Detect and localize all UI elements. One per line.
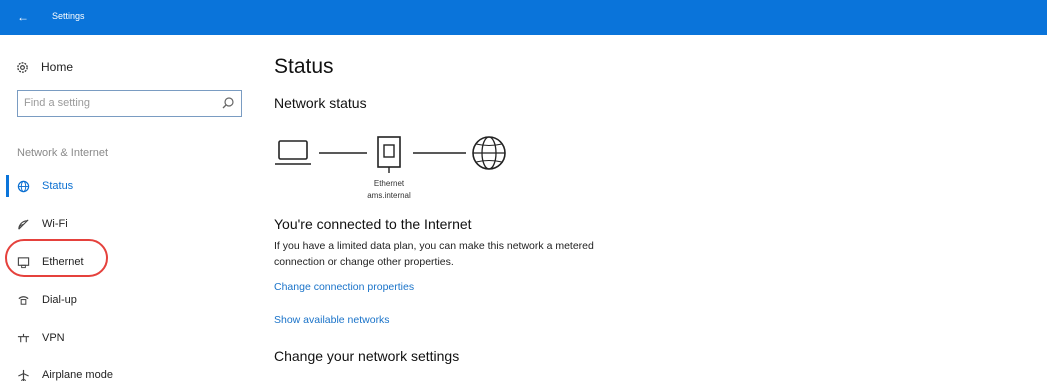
network-name: ams.internal	[367, 191, 411, 200]
section-heading: Network & Internet	[17, 147, 109, 159]
show-available-networks-link[interactable]: Show available networks	[274, 314, 390, 326]
airplane-icon	[17, 369, 30, 381]
wifi-icon	[17, 218, 30, 231]
ethernet-adapter-icon	[377, 136, 401, 173]
main-content: Status Network status Ethernet ams.inter…	[274, 35, 1047, 381]
sidebar-item-label: Dial-up	[42, 294, 77, 306]
title-bar: ← Settings	[0, 0, 1047, 35]
change-connection-properties-link[interactable]: Change connection properties	[274, 281, 414, 293]
sidebar-item-dialup[interactable]: Dial-up	[17, 289, 77, 311]
globe-icon	[472, 136, 506, 170]
sidebar-item-airplane[interactable]: Airplane mode	[17, 364, 113, 381]
sidebar-item-vpn[interactable]: VPN	[17, 327, 65, 349]
search-icon[interactable]	[221, 96, 235, 110]
change-settings-heading: Change your network settings	[274, 348, 460, 364]
ethernet-highlight-circle	[5, 239, 108, 277]
vpn-icon	[17, 332, 30, 345]
search-placeholder: Find a setting	[24, 97, 91, 109]
sidebar-item-label: Wi-Fi	[42, 218, 68, 230]
window-title: Settings	[52, 11, 85, 21]
gear-icon	[17, 61, 28, 73]
adapter-label: Ethernet	[373, 179, 405, 188]
active-indicator	[6, 175, 9, 197]
network-diagram: Ethernet ams.internal	[274, 133, 514, 213]
status-globe-icon	[17, 180, 30, 193]
sidebar-item-status[interactable]: Status	[17, 175, 73, 197]
sidebar-item-wifi[interactable]: Wi-Fi	[17, 213, 68, 235]
dialup-icon	[17, 294, 30, 307]
home-nav-item[interactable]: Home	[16, 57, 73, 77]
network-status-heading: Network status	[274, 95, 367, 111]
home-label: Home	[41, 60, 74, 74]
sidebar-item-label: Airplane mode	[42, 369, 113, 381]
search-input[interactable]: Find a setting	[17, 90, 242, 117]
connected-description: If you have a limited data plan, you can…	[274, 240, 594, 268]
sidebar: Home Find a setting Network & Internet S…	[0, 35, 260, 381]
back-arrow-icon[interactable]: ←	[12, 6, 34, 28]
sidebar-item-label: Status	[42, 180, 74, 192]
connected-heading: You're connected to the Internet	[274, 216, 472, 232]
sidebar-item-label: VPN	[42, 332, 65, 344]
page-title: Status	[274, 55, 334, 78]
laptop-icon	[275, 140, 311, 165]
